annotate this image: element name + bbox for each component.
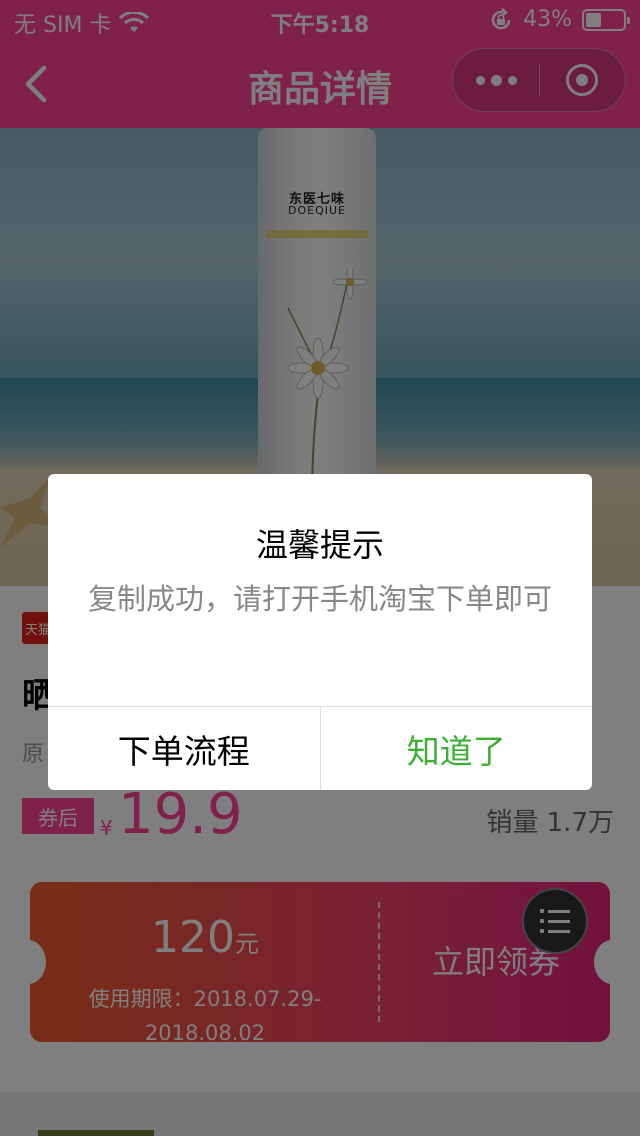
got-it-button[interactable]: 知道了 [321,707,593,790]
dialog-title: 温馨提示 [255,526,384,564]
dialog-buttons: 下单流程 知道了 [48,706,592,790]
order-process-button[interactable]: 下单流程 [48,707,321,790]
dialog-message: 复制成功，请打开手机淘宝下单即可 [88,582,553,616]
alert-dialog: 温馨提示 复制成功，请打开手机淘宝下单即可 下单流程 知道了 [48,474,592,790]
